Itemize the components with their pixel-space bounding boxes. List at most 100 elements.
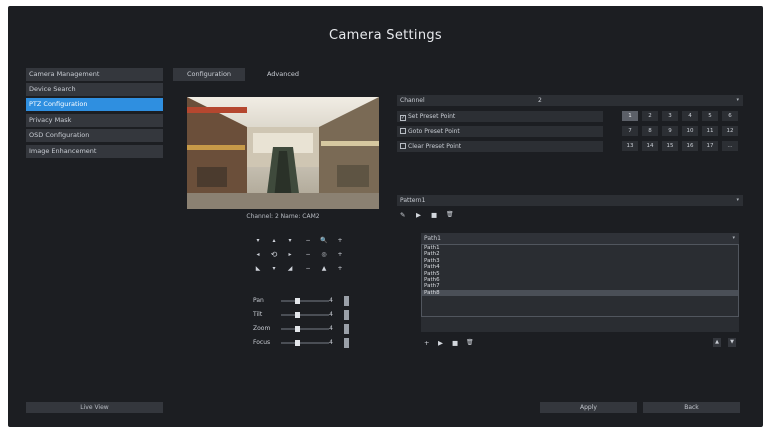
goto-preset-option[interactable]: Goto Preset Point (397, 126, 603, 137)
zoom-slider-handle[interactable] (295, 326, 300, 332)
zoom-icon: 🔍 (320, 237, 328, 244)
pattern-toolbar: ✎ ▶ ■ 🗑 (400, 211, 480, 221)
pan-right-button[interactable]: ▸ (284, 250, 296, 259)
path-toolbar: + ▶ ■ 🗑 (424, 339, 494, 349)
pattern-select[interactable]: Pattern1 ▾ (397, 195, 743, 206)
preset-number-button[interactable]: 14 (642, 141, 658, 151)
auto-scan-button[interactable]: ⟲ (268, 250, 280, 259)
stop-icon[interactable]: ■ (431, 211, 437, 219)
focus-label: Focus (253, 339, 271, 346)
tilt-label: Tilt (253, 311, 263, 318)
preset-number-button[interactable]: 3 (662, 111, 678, 121)
focus-slider-end (344, 338, 349, 348)
play-icon[interactable]: ▶ (416, 211, 421, 219)
sidebar-item-privacy-mask[interactable]: Privacy Mask (26, 114, 163, 127)
edit-icon[interactable]: ✎ (400, 211, 405, 219)
tilt-down-button[interactable]: ▾ (268, 264, 280, 273)
set-preset-label: Set Preset Point (408, 113, 456, 120)
set-preset-option[interactable]: ✓ Set Preset Point (397, 111, 603, 122)
sidebar-item-camera-management[interactable]: Camera Management (26, 68, 163, 81)
delete-icon[interactable]: 🗑 (446, 211, 454, 218)
zoom-value: 4 (329, 325, 333, 332)
pan-down-left-button[interactable]: ◣ (252, 264, 264, 273)
iris-close-button[interactable]: − (302, 264, 314, 273)
preset-number-button[interactable]: 1 (622, 111, 638, 121)
pan-left-button[interactable]: ◂ (252, 250, 264, 259)
path-value: Path1 (424, 235, 441, 242)
preset-number-button[interactable]: 6 (722, 111, 738, 121)
sidebar-item-osd-configuration[interactable]: OSD Configuration (26, 129, 163, 142)
clear-preset-checkbox[interactable] (400, 143, 406, 149)
sidebar-item-ptz-configuration[interactable]: PTZ Configuration (26, 98, 163, 111)
preset-number-button[interactable]: 4 (682, 111, 698, 121)
list-item-selected[interactable]: Path8 (422, 289, 738, 297)
tilt-slider-handle[interactable] (295, 312, 300, 318)
channel-label: Channel (400, 97, 425, 104)
preset-number-button[interactable]: 8 (642, 126, 658, 136)
preset-number-button[interactable]: 15 (662, 141, 678, 151)
pan-slider-row: Pan 4 (253, 296, 353, 306)
pan-value: 4 (329, 297, 333, 304)
zoom-slider[interactable] (281, 328, 329, 330)
preset-number-button[interactable]: 17 (702, 141, 718, 151)
channel-select[interactable]: Channel 2 ▾ (397, 95, 743, 106)
preview-caption: Channel: 2 Name: CAM2 (246, 213, 320, 220)
pan-up-left-button[interactable]: ▾ (252, 236, 264, 245)
delete-icon[interactable]: 🗑 (466, 339, 474, 346)
tilt-slider[interactable] (281, 314, 329, 316)
zoom-slider-end (344, 324, 349, 334)
focus-far-button[interactable]: + (334, 250, 346, 259)
preset-number-button[interactable]: 12 (722, 126, 738, 136)
back-button[interactable]: Back (643, 402, 740, 413)
stop-icon[interactable]: ■ (452, 339, 458, 347)
preset-number-button[interactable]: 16 (682, 141, 698, 151)
apply-button[interactable]: Apply (540, 402, 637, 413)
focus-value: 4 (329, 339, 333, 346)
clear-preset-option[interactable]: Clear Preset Point (397, 141, 603, 152)
preset-number-button[interactable]: 10 (682, 126, 698, 136)
move-down-icon[interactable]: ▼ (728, 338, 736, 347)
zoom-out-button[interactable]: − (302, 236, 314, 245)
channel-value: 2 (538, 97, 542, 104)
page-title: Camera Settings (329, 28, 442, 43)
preset-number-button[interactable]: 9 (662, 126, 678, 136)
ptz-speed-sliders: Pan 4 Tilt 4 Zoom 4 Focus 4 (253, 296, 353, 348)
preset-number-button[interactable]: 2 (642, 111, 658, 121)
pan-slider-handle[interactable] (295, 298, 300, 304)
pan-label: Pan (253, 297, 264, 304)
live-view-button[interactable]: Live View (26, 402, 163, 413)
preset-number-button[interactable]: 7 (622, 126, 638, 136)
pan-slider[interactable] (281, 300, 329, 302)
add-icon[interactable]: + (424, 339, 429, 347)
goto-preset-checkbox[interactable] (400, 128, 406, 134)
preset-number-grid: 1 2 3 4 5 6 7 8 9 10 11 12 13 14 15 16 1… (622, 111, 743, 153)
focus-slider[interactable] (281, 342, 329, 344)
tilt-slider-row: Tilt 4 (253, 310, 353, 320)
path-dropdown-list: Path1 Path2 Path3 Path4 Path5 Path6 Path… (421, 244, 739, 317)
tilt-up-button[interactable]: ▴ (268, 236, 280, 245)
iris-open-button[interactable]: + (334, 264, 346, 273)
play-icon[interactable]: ▶ (438, 339, 443, 347)
focus-slider-row: Focus 4 (253, 338, 353, 348)
zoom-in-button[interactable]: + (334, 236, 346, 245)
set-preset-checkbox[interactable]: ✓ (400, 115, 406, 121)
preset-more-button[interactable]: ... (722, 141, 738, 151)
tilt-value: 4 (329, 311, 333, 318)
pan-down-right-button[interactable]: ◢ (284, 264, 296, 273)
preset-number-button[interactable]: 5 (702, 111, 718, 121)
move-up-icon[interactable]: ▲ (713, 338, 721, 347)
tab-configuration[interactable]: Configuration (173, 68, 245, 81)
pan-slider-end (344, 296, 349, 306)
sidebar-item-device-search[interactable]: Device Search (26, 83, 163, 96)
preset-number-button[interactable]: 13 (622, 141, 638, 151)
preset-number-button[interactable]: 11 (702, 126, 718, 136)
sidebar-item-image-enhancement[interactable]: Image Enhancement (26, 145, 163, 158)
zoom-label: Zoom (253, 325, 271, 332)
path-extra-area (421, 317, 739, 332)
focus-near-button[interactable]: − (302, 250, 314, 259)
tab-advanced[interactable]: Advanced (252, 68, 314, 81)
focus-slider-handle[interactable] (295, 340, 300, 346)
pan-up-right-button[interactable]: ▾ (284, 236, 296, 245)
goto-preset-label: Goto Preset Point (408, 128, 460, 135)
path-select[interactable]: Path1 ▾ (421, 233, 739, 244)
